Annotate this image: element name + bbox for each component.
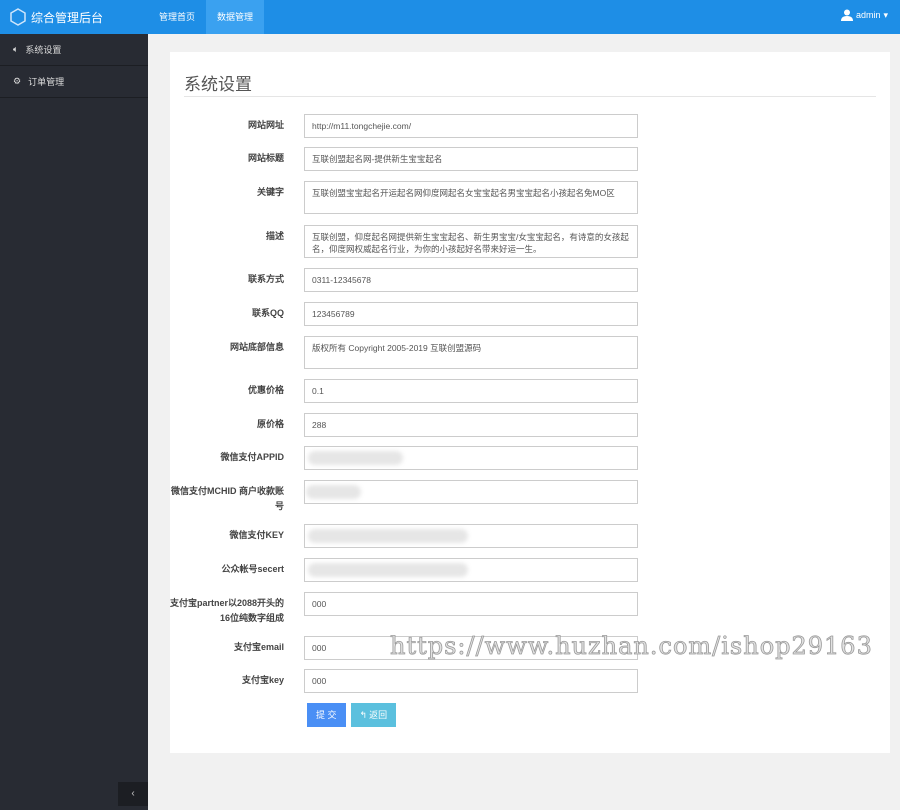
field-input[interactable]: 288 xyxy=(304,413,638,437)
field-label: 优惠价格 xyxy=(247,385,284,395)
redacted-value xyxy=(308,451,403,465)
field-input[interactable]: 互联创盟起名网-提供新生宝宝起名 xyxy=(304,147,638,171)
redacted-value xyxy=(308,563,468,577)
page-title: 系统设置 xyxy=(184,75,252,94)
hexagon-icon xyxy=(10,8,26,26)
back-button[interactable]: ↰ 返回 xyxy=(350,703,397,727)
user-menu[interactable]: admin ▾ xyxy=(840,9,888,21)
app-logo[interactable]: 综合管理后台 xyxy=(10,8,103,26)
sidebar-item-label: 订单管理 xyxy=(28,77,65,87)
sidebar-item-label: 系统设置 xyxy=(25,45,62,55)
field-label: 微信支付MCHID 商户收款账号 xyxy=(171,486,284,511)
field-label: 原价格 xyxy=(256,419,284,429)
sidebar-item-orders[interactable]: ⚙ 订单管理 xyxy=(0,66,148,98)
sidebar-item-settings[interactable]: 🔈︎ 系统设置 xyxy=(0,34,148,66)
app-title: 综合管理后台 xyxy=(31,10,104,25)
field-input[interactable]: 0311-12345678 xyxy=(304,268,638,292)
username: admin xyxy=(855,10,881,20)
gear-icon: ⚙ xyxy=(13,76,22,86)
field-label: 网站标题 xyxy=(247,153,284,163)
nav-data[interactable]: 数据管理 xyxy=(206,0,265,34)
volume-icon: 🔈︎ xyxy=(13,44,19,54)
redacted-value xyxy=(308,529,468,543)
field-textarea[interactable]: 版权所有 Copyright 2005-2019 互联创盟源码 xyxy=(304,336,638,369)
field-input[interactable]: 000 xyxy=(304,592,638,616)
redacted-value xyxy=(306,485,361,499)
field-label: 联系QQ xyxy=(251,308,284,318)
field-label: 支付宝key xyxy=(241,675,284,685)
field-textarea[interactable]: 互联创盟，仰度起名网提供新生宝宝起名、新生男宝宝/女宝宝起名，有诗意的女孩起名，… xyxy=(304,225,638,258)
field-label: 网站网址 xyxy=(247,120,284,130)
field-label: 联系方式 xyxy=(247,274,284,284)
submit-button[interactable]: 提 交 xyxy=(307,703,346,727)
field-input[interactable]: 0.1 xyxy=(304,379,638,403)
divider xyxy=(184,96,876,97)
nav-home[interactable]: 管理首页 xyxy=(148,0,206,34)
top-bar: 综合管理后台 管理首页 数据管理 admin ▾ xyxy=(0,0,900,34)
field-input[interactable]: 123456789 xyxy=(304,302,638,326)
caret-down-icon: ▾ xyxy=(883,9,888,20)
field-textarea[interactable]: 互联创盟宝宝起名开运起名网仰度网起名女宝宝起名男宝宝起名小孩起名免MO区 xyxy=(304,181,638,214)
reply-icon: ↰ xyxy=(359,710,368,720)
back-label: 返回 xyxy=(369,710,388,720)
field-label: 描述 xyxy=(265,231,284,241)
field-label: 公众帐号secert xyxy=(221,564,284,574)
field-label: 微信支付KEY xyxy=(229,530,284,540)
field-label: 支付宝email xyxy=(233,642,284,652)
field-input[interactable]: 000 xyxy=(304,669,638,693)
field-input[interactable]: http://m11.tongchejie.com/ xyxy=(304,114,638,138)
field-label: 关键字 xyxy=(256,187,284,197)
field-label: 微信支付APPID xyxy=(220,452,284,462)
collapse-sidebar-button[interactable]: ‹ xyxy=(118,782,148,806)
watermark: https://www.huzhan.com/ishop29163 xyxy=(390,632,873,661)
field-label: 网站底部信息 xyxy=(229,342,284,352)
user-icon xyxy=(840,9,853,21)
field-label: 支付宝partner以2088开头的16位纯数字组成 xyxy=(169,598,284,623)
sidebar: 🔈︎ 系统设置 ⚙ 订单管理 ‹ xyxy=(0,34,148,810)
